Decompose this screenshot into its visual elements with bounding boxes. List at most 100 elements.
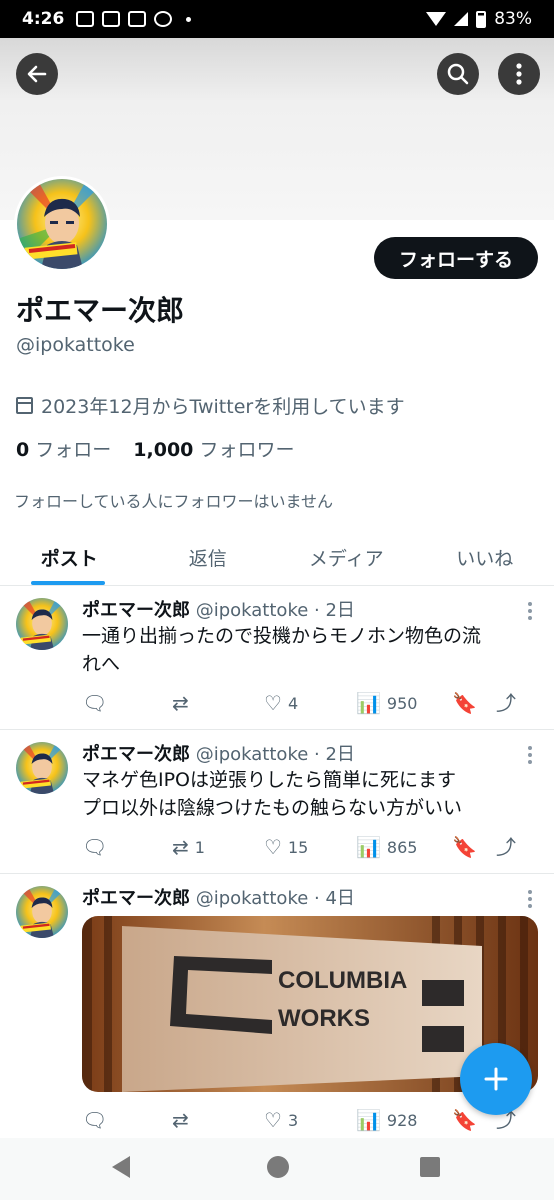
notification-icon [102,11,121,27]
tweet-avatar[interactable] [16,598,68,650]
tweet-text-line: プロ以外は陰線つけたもの触らない方がいい [82,797,463,819]
bookmark-button[interactable]: 🔖 [452,837,496,857]
tweet-avatar[interactable] [16,742,68,794]
retweet-icon: ⇄ [172,835,189,859]
notification-icon [154,11,173,27]
system-nav-bar [0,1138,554,1200]
status-bar: 4:26 83% [0,0,554,38]
tab-likes[interactable]: いいね [416,530,554,585]
calendar-icon [16,397,33,414]
following-label: フォロー [35,439,112,461]
tab-posts[interactable]: ポスト [0,530,139,585]
followers-link[interactable]: 1,000 フォロワー [133,435,294,462]
profile-display-name: ポエマー次郎 [16,294,185,327]
tweet-author-meta: @ipokattoke · 2日 [195,744,355,765]
views-button[interactable]: 📊 950 [356,693,452,713]
share-icon: ⤴ [496,835,516,859]
tweet-text: マネゲ色IPOは逆張りしたら簡単に死にます プロ以外は陰線つけたもの触らない方が… [82,766,532,822]
nav-home-icon[interactable] [267,1156,289,1178]
tweet-more-button[interactable] [528,746,534,767]
compose-button[interactable] [460,1043,532,1115]
tweet[interactable]: ポエマー次郎 @ipokattoke · 2日 マネゲ色IPOは逆張りしたら簡単… [0,730,554,874]
notification-icon [76,11,95,27]
view-count: 928 [386,1110,418,1130]
avatar-image [17,179,107,269]
tweet-header: ポエマー次郎 @ipokattoke · 4日 [82,884,355,910]
tab-media[interactable]: メディア [277,530,416,585]
tweet-more-button[interactable] [528,602,534,623]
avatar-image [16,886,68,938]
mutual-followers-note: フォローしている人にフォロワーはいません [14,492,334,511]
media-sign-line: COLUMBIA [278,967,407,994]
profile-avatar[interactable] [14,176,110,272]
retweet-button[interactable]: ⇄ [172,1110,264,1130]
retweet-button[interactable]: ⇄ [172,693,264,713]
like-count: 15 [287,837,309,857]
bookmark-icon: 🔖 [452,1108,477,1132]
joined-text: 2023年12月からTwitterを利用しています [41,396,405,418]
like-button[interactable]: ♡ 15 [264,837,356,857]
bookmark-button[interactable]: 🔖 [452,693,496,713]
tweet-header: ポエマー次郎 @ipokattoke · 2日 [82,740,355,766]
heart-icon: ♡ [264,835,282,859]
tweet-author-meta: @ipokattoke · 2日 [195,600,355,621]
signal-icon [454,12,469,26]
retweet-count: 1 [194,837,205,857]
tweet-author-name: ポエマー次郎 [82,744,190,765]
like-count: 3 [287,1110,299,1130]
profile-handle: @ipokattoke [16,334,135,356]
tweet-header: ポエマー次郎 @ipokattoke · 2日 [82,596,355,622]
followers-count: 1,000 [133,439,194,461]
tweet-author-name: ポエマー次郎 [82,600,190,621]
reply-button[interactable]: 🗨 [82,837,172,857]
arrow-left-icon [27,65,47,83]
avatar-image [16,742,68,794]
retweet-icon: ⇄ [172,1108,189,1132]
share-icon: ⤴ [496,691,516,715]
like-count: 4 [287,693,299,713]
like-button[interactable]: ♡ 3 [264,1110,356,1130]
search-icon [447,63,469,85]
tweet-author-meta: @ipokattoke · 4日 [195,888,355,909]
reply-icon: 🗨 [82,835,108,859]
retweet-button[interactable]: ⇄ 1 [172,837,264,857]
status-time: 4:26 [22,9,65,29]
tweet[interactable]: ポエマー次郎 @ipokattoke · 2日 一通り出揃ったので投機からモノホ… [0,586,554,730]
heart-icon: ♡ [264,1108,282,1132]
tweet-avatar[interactable] [16,886,68,938]
wifi-icon [426,12,447,26]
tweet-text: 一通り出揃ったので投機からモノホン物色の流 れへ [82,622,532,678]
battery-icon [476,10,487,28]
follow-button[interactable]: フォローする [374,237,538,279]
share-button[interactable]: ⤴ [496,837,516,857]
nav-back-icon[interactable] [112,1156,130,1178]
tweet-more-button[interactable] [528,890,534,911]
views-button[interactable]: 📊 928 [356,1110,452,1130]
follow-stats: 0 フォロー 1,000 フォロワー [16,435,294,462]
search-button[interactable] [437,53,479,95]
share-button[interactable]: ⤴ [496,693,516,713]
bookmark-icon: 🔖 [452,835,477,859]
more-options-button[interactable] [498,53,540,95]
media-sign-line: WORKS [278,1005,370,1032]
like-button[interactable]: ♡ 4 [264,693,356,713]
tweet-text-line: マネゲ色IPOは逆張りしたら簡単に死にます [82,769,457,791]
view-count: 865 [386,837,418,857]
avatar-image [16,598,68,650]
tab-replies[interactable]: 返信 [139,530,278,585]
following-link[interactable]: 0 フォロー [16,435,111,462]
more-notifications-dot [186,16,192,22]
reply-button[interactable]: 🗨 [82,1110,172,1130]
view-count: 950 [386,693,418,713]
bookmark-icon: 🔖 [452,691,477,715]
plus-icon [484,1067,508,1091]
reply-button[interactable]: 🗨 [82,693,172,713]
more-vertical-icon [516,63,522,85]
bar-chart-icon: 📊 [356,835,381,859]
reply-icon: 🗨 [82,691,108,715]
back-button[interactable] [16,53,58,95]
bar-chart-icon: 📊 [356,1108,381,1132]
nav-recents-icon[interactable] [420,1157,440,1177]
views-button[interactable]: 📊 865 [356,837,452,857]
battery-level: 83% [494,9,532,29]
